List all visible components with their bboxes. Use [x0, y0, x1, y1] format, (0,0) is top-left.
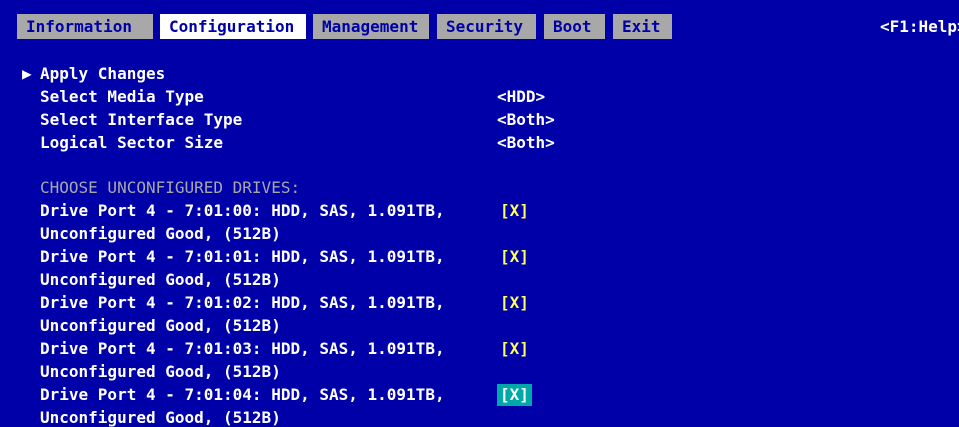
drive-checkbox[interactable]: [X]: [497, 246, 532, 268]
media-type-label[interactable]: Select Media Type: [40, 86, 204, 108]
sector-size-label[interactable]: Logical Sector Size: [40, 132, 223, 154]
tab-configuration[interactable]: Configuration: [160, 14, 306, 39]
tab-exit[interactable]: Exit: [613, 14, 672, 39]
tab-boot[interactable]: Boot: [544, 14, 605, 39]
interface-type-label[interactable]: Select Interface Type: [40, 109, 242, 131]
drive-checkbox-selected[interactable]: [X]: [497, 384, 532, 406]
media-type-value[interactable]: <HDD>: [497, 86, 545, 108]
interface-type-value[interactable]: <Both>: [497, 109, 555, 131]
drive-checkbox[interactable]: [X]: [497, 338, 532, 360]
drive-line2: Unconfigured Good, (512B): [40, 270, 281, 289]
drive-checkbox[interactable]: [X]: [497, 200, 532, 222]
tab-information[interactable]: Information: [17, 14, 153, 39]
drive-line2: Unconfigured Good, (512B): [40, 224, 281, 243]
drives-section-heading: CHOOSE UNCONFIGURED DRIVES:: [40, 178, 301, 197]
drive-line1[interactable]: Drive Port 4 - 7:01:02: HDD, SAS, 1.091T…: [40, 292, 445, 314]
drive-line1[interactable]: Drive Port 4 - 7:01:01: HDD, SAS, 1.091T…: [40, 246, 445, 268]
drive-line2: Unconfigured Good, (512B): [40, 408, 281, 427]
submenu-arrow-icon: ▶: [22, 64, 32, 83]
menu-bar: Information Configuration Management Sec…: [0, 0, 959, 52]
drive-line1[interactable]: Drive Port 4 - 7:01:03: HDD, SAS, 1.091T…: [40, 338, 445, 360]
tab-security[interactable]: Security: [437, 14, 536, 39]
apply-changes-item[interactable]: ▶ Apply Changes: [22, 63, 165, 85]
drive-line2: Unconfigured Good, (512B): [40, 362, 281, 381]
drive-line2: Unconfigured Good, (512B): [40, 316, 281, 335]
help-hint: <F1:Help>: [880, 17, 959, 36]
drive-line1[interactable]: Drive Port 4 - 7:01:00: HDD, SAS, 1.091T…: [40, 200, 445, 222]
drive-checkbox[interactable]: [X]: [497, 292, 532, 314]
apply-changes-label: Apply Changes: [40, 64, 166, 83]
tab-management[interactable]: Management: [313, 14, 429, 39]
drive-line1[interactable]: Drive Port 4 - 7:01:04: HDD, SAS, 1.091T…: [40, 384, 445, 406]
sector-size-value[interactable]: <Both>: [497, 132, 555, 154]
